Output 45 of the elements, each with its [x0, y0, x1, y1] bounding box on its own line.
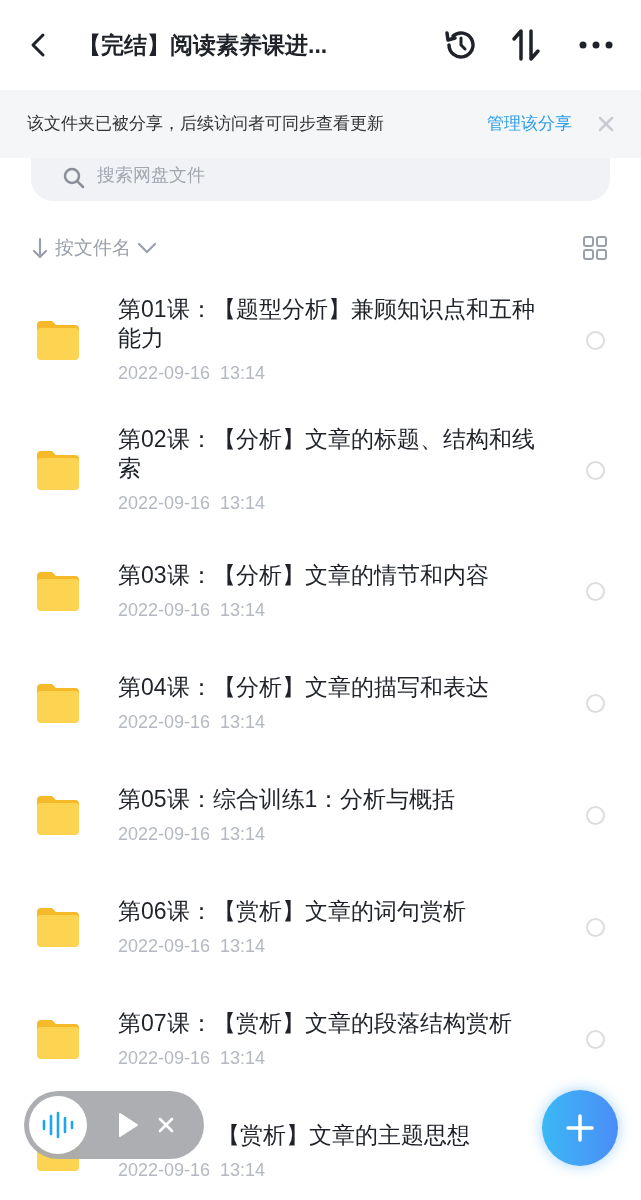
select-radio[interactable]: [586, 460, 605, 480]
voice-button[interactable]: [29, 1096, 87, 1154]
modified-date: 2022-09-16 13:14: [118, 1046, 267, 1070]
folder-icon: [35, 449, 81, 491]
search-icon: [63, 167, 85, 189]
modified-date: 2022-09-16 13:14: [118, 822, 267, 846]
chevron-down-icon[interactable]: [137, 242, 157, 254]
add-button[interactable]: [542, 1090, 618, 1166]
sound-wave-icon: [41, 1111, 75, 1139]
grid-view-icon[interactable]: [582, 235, 608, 261]
select-radio[interactable]: [586, 1029, 605, 1049]
modified-date: 2022-09-16 13:14: [118, 362, 267, 385]
play-icon[interactable]: [117, 1112, 139, 1138]
folder-name: 【赏析】文章的主题思想: [217, 1120, 471, 1150]
close-icon[interactable]: [598, 116, 614, 132]
page-title: 【完结】阅读素养课进...: [78, 30, 328, 60]
select-radio[interactable]: [586, 917, 605, 937]
modified-date: 2022-09-16 13:14: [118, 710, 267, 734]
folder-icon: [35, 906, 81, 948]
sort-icon[interactable]: [511, 27, 541, 63]
select-radio[interactable]: [586, 693, 605, 713]
select-radio[interactable]: [586, 805, 605, 825]
folder-name: 第02课：【分析】文章的标题、结构和线索: [118, 425, 536, 483]
folder-icon: [35, 682, 81, 724]
folder-name: 第05课：综合训练1：分析与概括: [118, 784, 457, 814]
folder-icon: [35, 794, 81, 836]
folder-icon: [35, 319, 81, 361]
modified-date: 2022-09-16 13:14: [118, 492, 267, 515]
folder-icon: [35, 1018, 81, 1060]
folder-name: 第06课：【赏析】文章的词句赏析: [118, 896, 467, 926]
modified-date: 2022-09-16 13:14: [118, 934, 267, 958]
sort-label[interactable]: 按文件名: [55, 233, 131, 263]
modified-date: 2022-09-16 13:14: [118, 1158, 267, 1182]
folder-name: 第01课：【题型分析】兼顾知识点和五种能力: [118, 295, 536, 353]
sort-down-icon[interactable]: [33, 237, 47, 259]
folder-name: 第04课：【分析】文章的描写和表达: [118, 672, 490, 702]
modified-date: 2022-09-16 13:14: [118, 598, 267, 622]
more-icon[interactable]: [579, 41, 613, 49]
plus-icon: [566, 1114, 594, 1142]
search-placeholder: 搜索网盘文件: [97, 164, 205, 187]
folder-name: 第07课：【赏析】文章的段落结构赏析: [118, 1008, 513, 1038]
select-radio[interactable]: [586, 330, 605, 350]
folder-icon: [35, 570, 81, 612]
select-radio[interactable]: [586, 581, 605, 601]
folder-name: 第03课：【分析】文章的情节和内容: [118, 560, 490, 590]
